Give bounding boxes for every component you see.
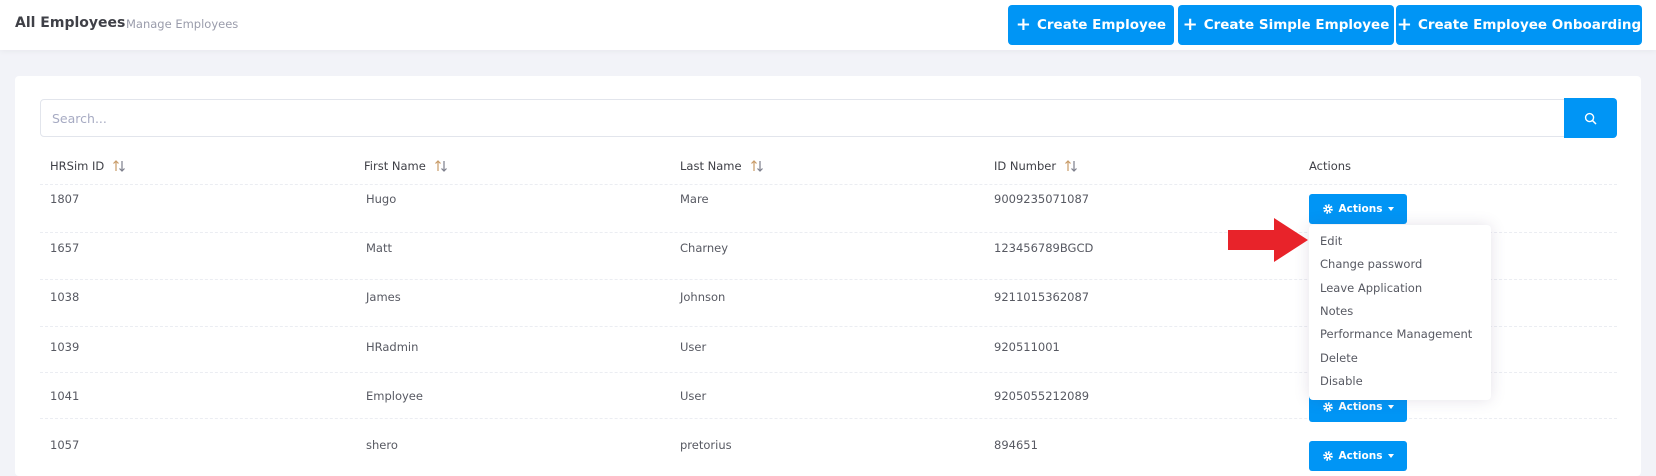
chevron-down-icon (1388, 454, 1395, 458)
breadcrumb[interactable]: Manage Employees (126, 17, 238, 31)
cell-first-name: James (366, 290, 401, 304)
menu-item-performance-management[interactable]: Performance Management (1320, 327, 1472, 341)
search-icon (1584, 112, 1597, 124)
column-header-label: Last Name (680, 159, 742, 173)
sort-icon (750, 160, 764, 172)
cell-hrsim-id: 1807 (50, 192, 80, 206)
red-arrow-icon (1228, 218, 1308, 262)
cell-last-name: Charney (680, 241, 729, 255)
create-employee-label: Create Employee (1036, 17, 1167, 33)
cell-hrsim-id: 1039 (50, 340, 80, 354)
search-button[interactable] (1564, 98, 1617, 138)
menu-item-edit[interactable]: Edit (1320, 234, 1342, 248)
create-employee-onboarding-button[interactable]: + Create Employee Onboarding (1396, 5, 1642, 45)
cell-id-number: 9211015362087 (994, 290, 1090, 304)
column-header-id-number[interactable]: ID Number (994, 159, 1078, 173)
column-header-actions: Actions (1309, 159, 1351, 173)
cell-id-number: 9009235071087 (994, 192, 1090, 206)
actions-label: Actions (1338, 450, 1383, 462)
cell-first-name: Employee (366, 389, 423, 403)
column-header-hrsim-id[interactable]: HRSim ID (50, 159, 126, 173)
plus-icon: + (1015, 14, 1031, 35)
chevron-down-icon (1388, 405, 1395, 409)
create-simple-employee-label: Create Simple Employee (1203, 17, 1390, 33)
cell-id-number: 920511001 (994, 340, 1060, 354)
actions-label: Actions (1338, 401, 1383, 413)
cell-last-name: Johnson (680, 290, 726, 304)
page-title: All Employees (15, 15, 126, 31)
cell-first-name: Matt (366, 241, 392, 255)
top-bar: All Employees Manage Employees + Create … (0, 0, 1656, 50)
row-divider (40, 184, 1617, 185)
cell-last-name: User (680, 389, 707, 403)
gear-icon (1322, 401, 1334, 413)
column-header-label: Actions (1309, 159, 1352, 173)
column-header-first-name[interactable]: First Name (364, 159, 448, 173)
cell-last-name: Mare (680, 192, 709, 206)
cell-last-name: User (680, 340, 707, 354)
cell-first-name: shero (366, 438, 398, 452)
gear-icon (1322, 450, 1334, 462)
cell-first-name: Hugo (366, 192, 397, 206)
actions-dropdown-menu: Edit Change password Leave Application N… (1309, 225, 1491, 400)
search-input[interactable] (40, 99, 1565, 137)
create-simple-employee-button[interactable]: + Create Simple Employee (1178, 5, 1394, 45)
sort-icon (434, 160, 448, 172)
menu-item-delete[interactable]: Delete (1320, 351, 1358, 365)
sort-icon (1064, 160, 1078, 172)
column-header-label: ID Number (994, 159, 1057, 173)
gear-icon (1322, 203, 1334, 215)
chevron-down-icon (1388, 207, 1395, 211)
cell-last-name: pretorius (680, 438, 732, 452)
create-employee-button[interactable]: + Create Employee (1008, 5, 1174, 45)
cell-id-number: 123456789BGCD (994, 241, 1094, 255)
menu-item-leave-application[interactable]: Leave Application (1320, 281, 1422, 295)
actions-label: Actions (1338, 203, 1383, 215)
plus-icon: + (1396, 14, 1412, 35)
cell-hrsim-id: 1038 (50, 290, 80, 304)
column-header-last-name[interactable]: Last Name (680, 159, 764, 173)
menu-item-notes[interactable]: Notes (1320, 304, 1353, 318)
menu-item-disable[interactable]: Disable (1320, 374, 1363, 388)
actions-button[interactable]: Actions (1309, 441, 1407, 471)
menu-item-change-password[interactable]: Change password (1320, 257, 1422, 271)
cell-hrsim-id: 1057 (50, 438, 80, 452)
plus-icon: + (1182, 14, 1198, 35)
column-header-label: First Name (364, 159, 426, 173)
column-header-label: HRSim ID (50, 159, 105, 173)
cell-hrsim-id: 1041 (50, 389, 80, 403)
cell-hrsim-id: 1657 (50, 241, 80, 255)
cell-id-number: 894651 (994, 438, 1038, 452)
create-employee-onboarding-label: Create Employee Onboarding (1417, 17, 1642, 33)
sort-icon (112, 160, 126, 172)
actions-button[interactable]: Actions (1309, 194, 1407, 224)
cell-id-number: 9205055212089 (994, 389, 1090, 403)
cell-first-name: HRadmin (366, 340, 419, 354)
